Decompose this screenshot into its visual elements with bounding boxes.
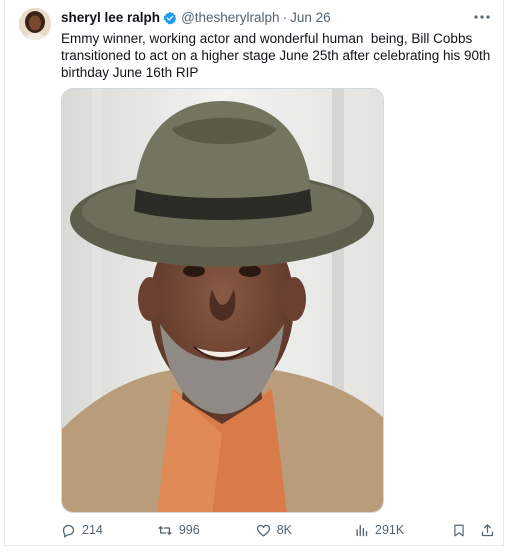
tweet[interactable]: sheryl lee ralph @thesherylralph · Jun 2… bbox=[4, 0, 504, 546]
separator-dot: · bbox=[282, 10, 288, 25]
repost-count: 996 bbox=[178, 523, 200, 537]
tweet-actions: 214 996 8K 291K bbox=[61, 520, 495, 540]
views-icon bbox=[356, 524, 368, 536]
share-icon bbox=[481, 523, 494, 536]
views-count: 291K bbox=[375, 523, 405, 537]
author-name[interactable]: sheryl lee ralph bbox=[61, 10, 160, 25]
like-count: 8K bbox=[276, 523, 293, 537]
like-button[interactable]: 8K bbox=[256, 523, 292, 538]
verified-badge-icon bbox=[163, 11, 177, 25]
more-icon[interactable] bbox=[471, 8, 493, 26]
avatar[interactable] bbox=[19, 8, 51, 40]
reply-count: 214 bbox=[82, 523, 103, 537]
tweet-date[interactable]: Jun 26 bbox=[290, 10, 331, 25]
reply-button[interactable]: 214 bbox=[61, 523, 103, 538]
heart-icon bbox=[256, 524, 270, 537]
author-handle[interactable]: @thesherylralph bbox=[181, 10, 280, 25]
repost-button[interactable]: 996 bbox=[157, 523, 200, 538]
views-button[interactable]: 291K bbox=[354, 523, 404, 538]
tweet-header: sheryl lee ralph @thesherylralph · Jun 2… bbox=[61, 10, 331, 25]
bookmark-button[interactable] bbox=[452, 523, 466, 538]
tweet-text: Emmy winner, working actor and wonderful… bbox=[61, 31, 495, 80]
bookmark-icon bbox=[454, 524, 464, 536]
reply-icon bbox=[62, 524, 75, 538]
share-button[interactable] bbox=[480, 523, 495, 538]
tweet-photo[interactable] bbox=[61, 88, 384, 513]
repost-icon bbox=[158, 525, 172, 535]
